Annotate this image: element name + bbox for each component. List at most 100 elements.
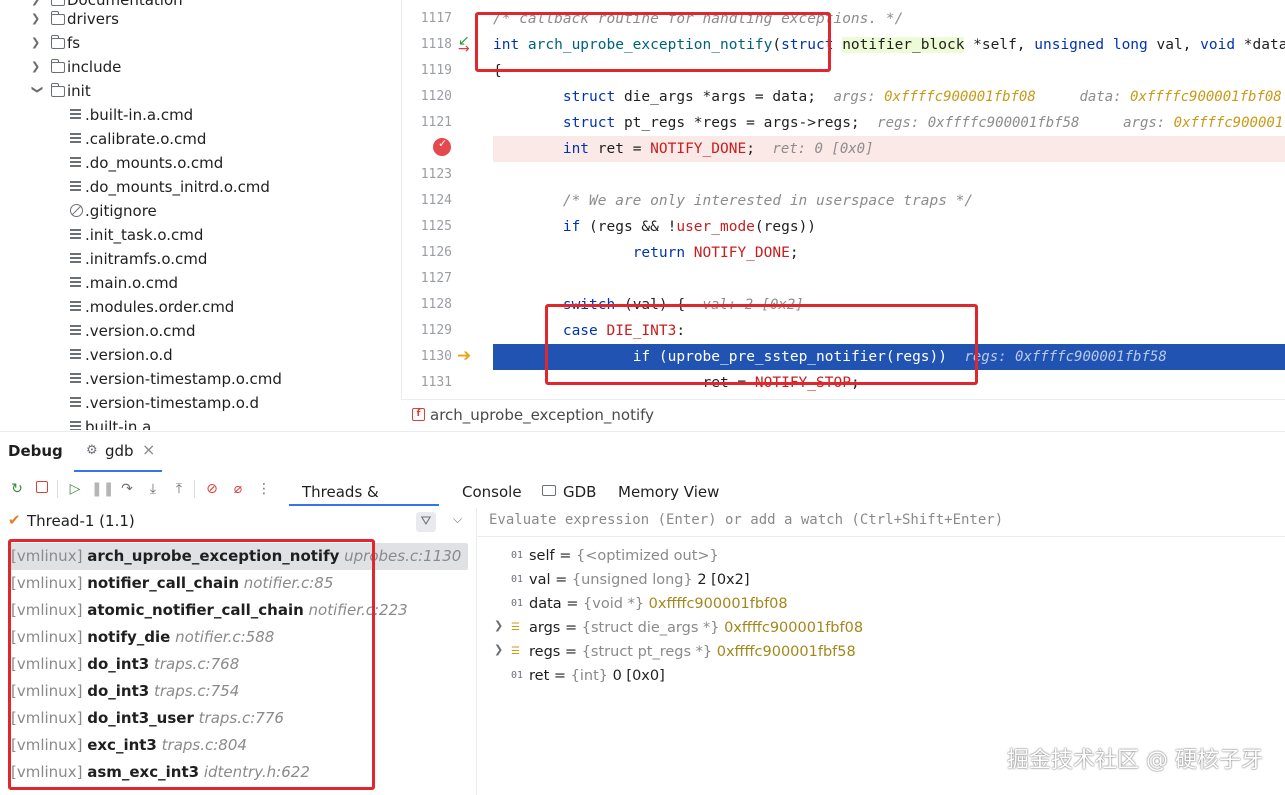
breadcrumb-label[interactable]: arch_uprobe_exception_notify [430,400,654,431]
code-text: (regs)) [885,349,947,365]
variable-eq: = [560,644,582,660]
step-into-icon[interactable]: ⤓ [144,479,162,499]
mute-breakpoints-icon[interactable]: ⌀ [229,479,247,499]
frame-location: traps.c:804 [161,736,247,754]
filter-icon[interactable]: ⛛ [416,512,436,532]
tree-item-label: include [67,58,122,76]
frame-module: [vmlinux] [11,628,83,646]
check-icon: ✔ [8,511,21,529]
tree-item-label: .do_mounts_initrd.o.cmd [85,178,270,196]
step-out-icon[interactable]: ⤒ [170,479,188,499]
tree-item-label: drivers [67,10,119,28]
view-breakpoints-icon[interactable]: ⊘ [203,479,221,499]
code-text: ( [650,349,668,365]
frame-module: [vmlinux] [11,574,83,592]
type-name: die_args [623,89,694,105]
code-text: ret = [589,141,651,157]
line-number: 1119 [420,63,452,78]
variable-row[interactable]: ☰ args = {struct die_args *} 0xffffc90000… [511,616,863,640]
chevron-right-icon[interactable]: ❯ [31,7,43,31]
chevron-down-icon[interactable]: ❯ [25,85,49,97]
chevron-down-icon[interactable]: ⌵ [453,512,462,527]
tab-threads-variables[interactable]: Threads & Variables [289,472,439,525]
pause-icon[interactable]: ❚❚ [91,479,114,499]
line-number: 1131 [420,375,452,390]
tab-gdb-session[interactable]: ⚙ gdb × [74,432,162,472]
project-tree: ❯ Documentation ❯ drivers ❯ fs ❯ include… [0,0,400,430]
tree-item-label: .version-timestamp.o.cmd [85,370,282,388]
comment: /* We are only interested in userspace t… [562,193,974,209]
keyword: int [562,141,590,157]
chevron-right-icon[interactable]: ❯ [494,643,503,656]
code-line[interactable]: ret = NOTIFY_STOP; [493,370,1285,396]
variable-row[interactable]: 01 data = {void *} 0xffffc900001fbf08 [511,592,788,616]
stack-frame[interactable]: [vmlinux] asm_exc_int3 idtentry.h:622 [11,759,310,786]
code-line[interactable]: return NOTIFY_DONE; [493,240,1285,266]
breakpoint-line[interactable]: int ret = NOTIFY_DONE; ret: 0 [0x0] [493,136,1285,162]
code-line[interactable]: { [493,58,1285,84]
watch-input[interactable]: Evaluate expression (Enter) or add a wat… [477,508,1285,537]
inline-hint: val: 2 [0x2] [702,297,804,313]
code-line[interactable]: /* We are only interested in userspace t… [493,188,1285,214]
chevron-right-icon[interactable]: ❯ [31,55,43,79]
code-editor[interactable]: 1117 /* callback routine for handling ex… [401,0,1285,398]
tab-console[interactable]: Console [462,480,522,504]
debug-title: Debug [8,442,63,460]
stack-frame[interactable]: [vmlinux] do_int3 traps.c:754 [11,678,239,705]
code-line[interactable]: struct pt_regs *regs = args->regs; regs:… [493,110,1285,136]
current-execution-line[interactable]: if (uprobe_pre_sstep_notifier(regs)) reg… [493,344,1285,370]
code-text: ; [746,141,755,157]
variable-value: 0xffffc900001fbf08 [648,596,788,612]
tree-item-label: .version.o.d [85,346,173,364]
code-line[interactable]: if (regs && !user_mode(regs)) [493,214,1285,240]
folder-icon [51,11,65,25]
code-line[interactable]: int arch_uprobe_exception_notify(struct … [493,32,1285,58]
code-line[interactable]: struct die_args *args = data; args: 0xff… [493,84,1285,110]
stack-frame[interactable]: [vmlinux] atomic_notifier_call_chain not… [11,597,408,624]
thread-selector[interactable]: ✔ Thread-1 (1.1) ⛛ ⌵ [0,508,476,536]
variable-name: ret [529,668,550,684]
code-line[interactable]: case DIE_INT3: [493,318,1285,344]
stack-frame[interactable]: [vmlinux] notifier_call_chain notifier.c… [11,570,333,597]
macro: DIE_INT3 [606,323,677,339]
variable-row[interactable]: ☰ regs = {struct pt_regs *} 0xffffc900001… [511,640,856,664]
more-options-icon[interactable]: ⋮ [255,479,273,499]
stack-frame[interactable]: [vmlinux] do_int3 traps.c:768 [11,651,239,678]
chevron-right-icon[interactable]: ❯ [31,31,43,55]
tree-item-label: built-in.a [85,418,152,430]
variable-row[interactable]: 01 val = {unsigned long} 2 [0x2] [511,568,750,592]
code-line[interactable]: switch (val) { val: 2 [0x2] [493,292,1285,318]
rerun-icon[interactable]: ↻ [8,479,26,499]
keyword: return [632,245,694,261]
variable-row[interactable]: 01 self = {<optimized out>} [511,544,719,568]
stack-frame[interactable]: [vmlinux] arch_uprobe_exception_notify u… [11,543,461,570]
frame-function: notifier_call_chain [87,574,239,592]
variable-row[interactable]: 01 ret = {int} 0 [0x0] [511,664,665,688]
tab-gdb[interactable]: GDB [563,480,596,504]
stack-frame[interactable]: [vmlinux] do_int3_user traps.c:776 [11,705,284,732]
variable-type: {<optimized out>} [575,548,719,564]
variable-name: data [529,596,562,612]
keyword: unsigned long [1034,37,1148,53]
stop-icon[interactable] [33,479,51,499]
variable-icon: 01 [511,670,524,681]
variable-eq: = [561,596,584,612]
inline-hint: args: [1123,115,1174,131]
code-line[interactable]: /* callback routine for handling excepti… [493,6,1285,32]
tab-memory-view[interactable]: Memory View [618,480,719,504]
breakpoint-icon[interactable]: ✓ [433,137,451,156]
stack-frame[interactable]: [vmlinux] exc_int3 traps.c:804 [11,732,247,759]
line-number: 1126 [420,245,452,260]
stack-frame[interactable]: [vmlinux] notify_die notifier.c:588 [11,624,274,651]
breadcrumb[interactable]: f arch_uprobe_exception_notify [401,399,1285,431]
close-icon[interactable]: × [142,440,155,459]
step-over-icon[interactable]: ↷ [118,479,136,499]
override-arrow-icon[interactable]: → [458,42,470,56]
text-file-icon [70,253,81,265]
variable-name: self [529,548,555,564]
chevron-right-icon[interactable]: ❯ [494,619,503,632]
frame-function: exc_int3 [87,736,157,754]
resume-icon[interactable]: ▷ [66,479,84,499]
frame-function: atomic_notifier_call_chain [87,601,304,619]
variable-type: {unsigned long} [571,572,698,588]
